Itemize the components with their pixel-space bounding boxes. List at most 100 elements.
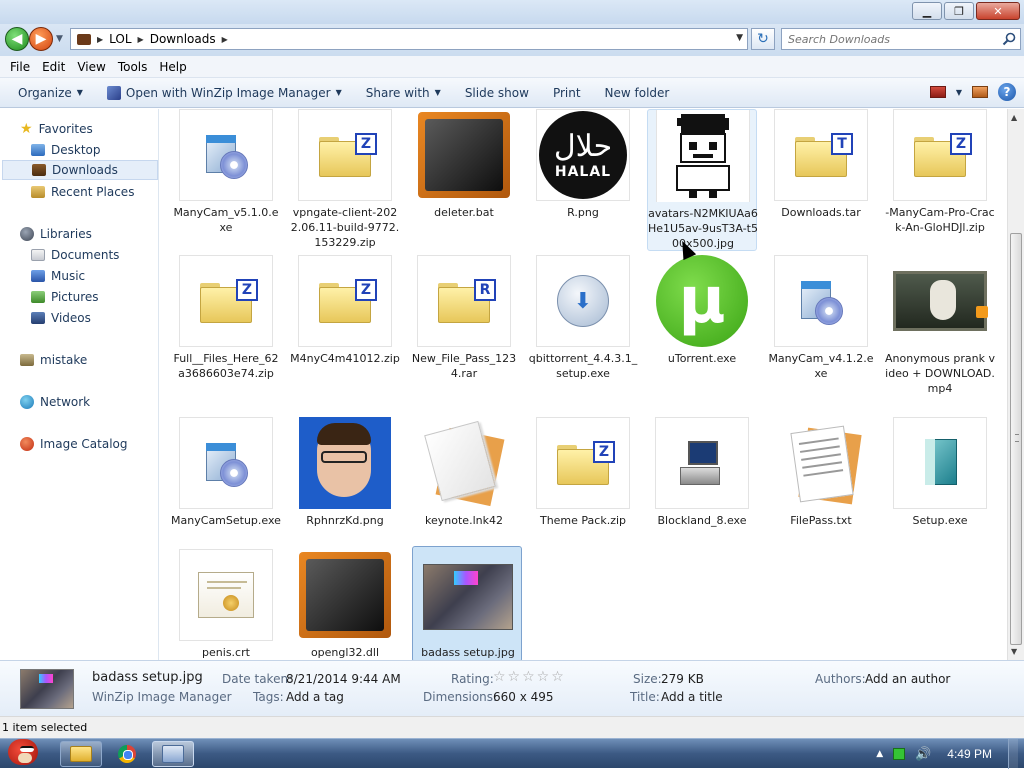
print-button[interactable]: Print (541, 86, 593, 100)
chrome-icon (118, 745, 136, 763)
date-taken-label: Date taken: (222, 672, 293, 686)
utorrent-glyph: µ (656, 255, 748, 347)
speaker-icon[interactable]: 🔊 (915, 747, 931, 762)
zip-folder-icon: Z (179, 255, 273, 347)
nav-documents[interactable]: Documents (31, 245, 119, 265)
breadcrumb-separator-icon[interactable]: ▶ (97, 35, 103, 44)
halal-image-icon: حلال HALAL (536, 109, 630, 201)
breadcrumb-separator-icon[interactable]: ▶ (138, 35, 144, 44)
network-icon (20, 395, 34, 409)
show-hidden-icons-icon[interactable]: ▲ (876, 749, 883, 759)
file-name: ManyCam_v5.1.0.exe (173, 206, 279, 234)
navigation-pane: ★ Favorites Desktop Downloads Recent Plac… (0, 109, 159, 660)
zip-folder-icon: Z (893, 109, 987, 201)
taskbar-explorer-window[interactable] (152, 741, 194, 767)
nav-music-label: Music (51, 269, 86, 283)
videos-icon (31, 312, 45, 324)
taskbar-explorer-folder[interactable] (60, 741, 102, 767)
scroll-up-icon[interactable]: ▲ (1011, 113, 1017, 122)
taskbar-chrome[interactable] (106, 741, 148, 767)
view-options-chevron-icon[interactable]: ▼ (956, 88, 962, 97)
tags-label: Tags: (253, 690, 284, 704)
network-status-icon[interactable] (893, 748, 906, 760)
nav-network[interactable]: Network (20, 392, 90, 412)
slide-show-button[interactable]: Slide show (453, 86, 541, 100)
menu-edit[interactable]: Edit (36, 60, 71, 74)
vertical-scrollbar[interactable]: ▲ ▼ (1007, 109, 1024, 660)
back-button[interactable]: ◀ (5, 27, 29, 51)
nav-desktop[interactable]: Desktop (31, 140, 101, 160)
print-label: Print (552, 85, 581, 100)
file-name: RphnrzKd.png (306, 514, 384, 527)
show-desktop-button[interactable] (1008, 739, 1018, 769)
file-name: -ManyCam-Pro-Crack-An-GloHDJl.zip (885, 206, 995, 234)
share-with-button[interactable]: Share with ▼ (354, 86, 453, 100)
scroll-down-icon[interactable]: ▼ (1011, 647, 1017, 656)
title-value[interactable]: Add a title (661, 690, 723, 704)
search-icon[interactable] (1002, 32, 1016, 46)
nav-libraries[interactable]: Libraries (20, 224, 92, 244)
zip-folder-icon: Z (298, 109, 392, 201)
search-input[interactable] (782, 29, 992, 49)
start-button[interactable] (4, 733, 44, 771)
clock[interactable]: 4:49 PM (941, 747, 998, 761)
certificate-icon (179, 549, 273, 641)
file-name: Blockland_8.exe (657, 514, 747, 527)
open-with-button[interactable]: Open with WinZip Image Manager ▼ (95, 85, 354, 100)
refresh-button[interactable]: ↻ (751, 28, 775, 50)
nav-pictures[interactable]: Pictures (31, 287, 99, 307)
file-name: Anonymous prank video + DOWNLOAD.mp4 (885, 352, 995, 395)
zip-badge: Z (950, 133, 972, 155)
file-item[interactable]: avatars-N2MKIUAa6He1U5av-9usT3A-t500x500… (647, 109, 758, 251)
new-folder-button[interactable]: New folder (593, 86, 682, 100)
nav-music[interactable]: Music (31, 266, 85, 286)
menu-view[interactable]: View (71, 60, 111, 74)
help-icon[interactable]: ? (998, 83, 1016, 101)
new-folder-label: New folder (604, 85, 670, 100)
breadcrumb-lol[interactable]: LOL (109, 32, 131, 46)
dll-file-icon (298, 549, 392, 641)
forward-button[interactable]: ▶ (29, 27, 53, 51)
preview-pane-icon[interactable] (972, 86, 988, 98)
address-bar[interactable]: ▶ LOL ▶ Downloads ▶ ▼ (70, 28, 748, 50)
file-name: R.png (567, 206, 599, 219)
file-item-selected[interactable]: badass setup.jpg (412, 546, 522, 660)
maximize-button[interactable]: ❐ (944, 2, 974, 20)
menu-help[interactable]: Help (153, 60, 192, 74)
taskbar: ▲ 🔊 4:49 PM (0, 738, 1024, 769)
nav-favorites[interactable]: ★ Favorites (20, 119, 93, 139)
file-name: Theme Pack.zip (539, 514, 627, 527)
nav-videos[interactable]: Videos (31, 308, 91, 328)
authors-value[interactable]: Add an author (865, 672, 950, 686)
breadcrumb-downloads[interactable]: Downloads (150, 32, 216, 46)
close-button[interactable]: ✕ (976, 2, 1020, 20)
file-name: FilePass.txt (790, 514, 852, 527)
zip-badge: Z (355, 279, 377, 301)
file-name: badass setup.jpg (421, 646, 515, 659)
menu-file[interactable]: File (4, 60, 36, 74)
nav-network-label: Network (40, 395, 91, 409)
recent-pages-dropdown-icon[interactable]: ▼ (56, 34, 63, 44)
breadcrumb-separator-icon[interactable]: ▶ (222, 35, 228, 44)
face-photo-icon (298, 417, 392, 509)
nav-downloads[interactable]: Downloads (2, 160, 158, 180)
organize-button[interactable]: Organize ▼ (0, 86, 95, 100)
search-box[interactable] (781, 28, 1021, 50)
minimize-button[interactable]: ▁ (912, 2, 942, 20)
date-taken-value[interactable]: 8/21/2014 9:44 AM (286, 672, 401, 686)
tags-value[interactable]: Add a tag (286, 690, 344, 704)
menu-tools[interactable]: Tools (112, 60, 154, 74)
explorer-icon (162, 745, 184, 763)
nav-image-catalog[interactable]: Image Catalog (20, 434, 127, 454)
rating-stars[interactable]: ☆☆☆☆☆ (493, 669, 566, 685)
change-view-icon[interactable] (929, 86, 946, 98)
nav-user[interactable]: mistake (20, 350, 87, 370)
address-dropdown-icon[interactable]: ▼ (736, 33, 743, 43)
libraries-icon (20, 227, 34, 241)
chevron-down-icon: ▼ (434, 88, 441, 97)
scrollbar-thumb[interactable] (1010, 233, 1022, 645)
zip-badge: Z (355, 133, 377, 155)
nav-recent-places[interactable]: Recent Places (31, 182, 134, 202)
nav-pictures-label: Pictures (51, 290, 99, 304)
nsis-installer-icon: ⬇ (536, 255, 630, 347)
